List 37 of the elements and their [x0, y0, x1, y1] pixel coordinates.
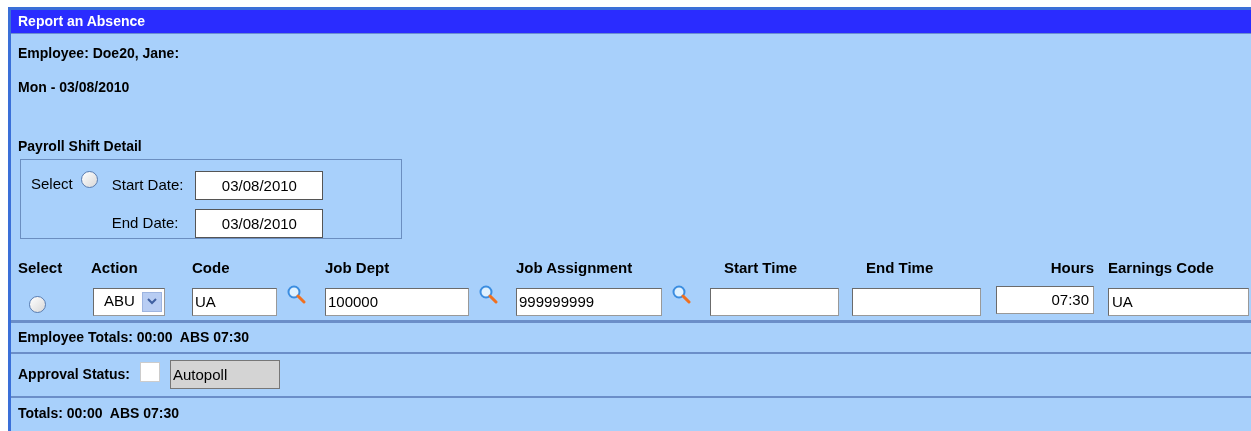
column-header: Earnings Code [1108, 258, 1214, 278]
column-header: Select [18, 258, 63, 278]
end-date-label: End Date: [111, 212, 180, 233]
approval-label: Approval Status: [18, 365, 130, 384]
column-header: End Time [866, 258, 934, 278]
shift-date: Mon - 03/08/2010 [18, 78, 131, 97]
column-header: Hours [1050, 258, 1094, 278]
approval-checkbox[interactable] [140, 361, 160, 382]
text-field[interactable]: UA [1108, 287, 1249, 316]
select-label: Select [31, 174, 73, 194]
text-field[interactable] [852, 287, 981, 316]
lookup-field[interactable]: 999999999 [516, 287, 662, 316]
lookup-field[interactable]: 100000 [325, 287, 469, 316]
lookup-field[interactable]: UA [192, 287, 277, 316]
start-date-field[interactable]: 03/08/2010 [195, 170, 324, 200]
column-header: Start Time [724, 258, 798, 278]
window-title: Report an Absence [18, 12, 146, 31]
column-header: Job Dept [325, 258, 390, 278]
column-header: Code [192, 258, 230, 278]
column-header: Action [91, 258, 138, 278]
section-title: Payroll Shift Detail [18, 137, 143, 156]
magnifier-icon[interactable] [478, 283, 498, 304]
magnifier-icon[interactable] [671, 283, 691, 304]
chevron-down-icon [147, 298, 157, 305]
approval-status-field[interactable]: Autopoll [170, 360, 280, 389]
radio-button[interactable] [29, 295, 46, 313]
hours-field[interactable]: 07:30 [996, 285, 1094, 314]
text-field[interactable] [710, 287, 839, 316]
employee-totals: Employee Totals: 00:00 ABS 07:30 [18, 327, 250, 347]
totals: Totals: 00:00 ABS 07:30 [18, 403, 180, 423]
radio-button[interactable] [80, 171, 98, 188]
start-date-label: Start Date: [111, 174, 184, 195]
column-header: Job Assignment [516, 258, 633, 278]
end-date-field[interactable]: 03/08/2010 [195, 208, 324, 238]
employee-name: Employee: Doe20, Jane: [18, 44, 181, 63]
magnifier-icon[interactable] [286, 283, 306, 304]
action-dropdown[interactable]: ABU [93, 287, 165, 316]
